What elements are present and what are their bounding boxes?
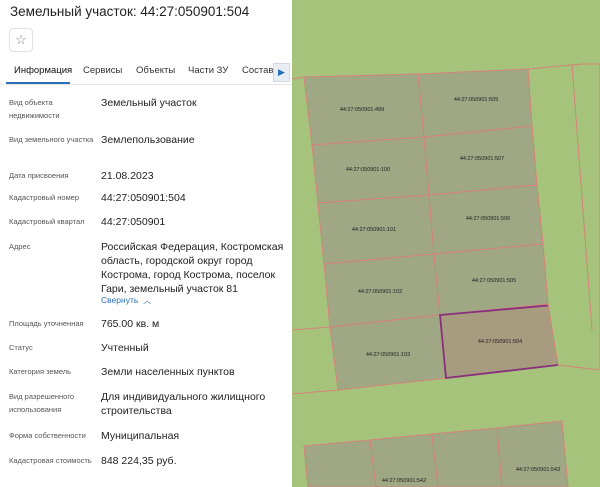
parcel-label: 44:27:050901:499: [340, 107, 384, 113]
field-label: Вид земельного участка: [9, 135, 94, 144]
map-parcel[interactable]: [496, 420, 569, 487]
field-label: Кадастровый номер: [9, 193, 80, 202]
chevron-right-icon: ▶: [278, 67, 285, 77]
map-parcel[interactable]: [303, 439, 377, 487]
parcel-label: 44:27:050901:543: [516, 467, 560, 473]
tabs-scroll-button[interactable]: ▶: [273, 63, 290, 82]
field-value: 21.08.2023: [101, 170, 154, 182]
parcel-label: 44:27:050901:505: [472, 278, 516, 284]
favorite-button[interactable]: ☆: [9, 28, 33, 52]
parcel-label: 44:27:050901:506: [466, 216, 510, 222]
field-value: Земельный участок: [101, 97, 197, 109]
field-value: Учтенный: [101, 342, 149, 354]
collapse-link[interactable]: Свернуть ︿: [101, 295, 151, 306]
field-value: Земли населенных пунктов: [101, 366, 235, 378]
field-label: Вид разрешенного использования: [9, 392, 75, 414]
tab-composition[interactable]: Состав: [242, 65, 273, 76]
field-label: Кадастровая стоимость: [9, 456, 92, 465]
parcel-label: 44:27:050901:507: [460, 156, 504, 162]
tab-objects[interactable]: Объекты: [136, 65, 175, 76]
tab-information[interactable]: Информация: [14, 65, 72, 76]
parcel-label: 44:27:050901:100: [346, 167, 390, 173]
tab-parts[interactable]: Части ЗУ: [188, 65, 228, 76]
field-label: Вид объекта недвижимости: [9, 98, 60, 120]
field-label: Кадастровый квартал: [9, 217, 85, 226]
parcel-label: 44:27:050901:102: [358, 289, 402, 295]
active-tab-indicator: [6, 82, 70, 84]
tab-services[interactable]: Сервисы: [83, 65, 122, 76]
map-parcel[interactable]: [417, 68, 533, 138]
page-title: Земельный участок: 44:27:050901:504: [10, 4, 250, 19]
field-label: Площадь уточненная: [9, 319, 84, 328]
cadastral-map[interactable]: 44:27:050901:499 44:27:050901:509 44:27:…: [292, 0, 600, 487]
parcel-label: 44:27:050901:542: [382, 478, 426, 484]
parcel-label: 44:27:050901:103: [366, 352, 410, 358]
field-label: Адрес: [9, 242, 31, 251]
object-info-panel: Земельный участок: 44:27:050901:504 ☆ Ин…: [0, 0, 292, 487]
field-label: Категория земель: [9, 367, 72, 376]
map-parcel[interactable]: [431, 427, 503, 487]
field-value: 44:27:050901:504: [101, 192, 186, 204]
field-value: Муниципальная: [101, 430, 180, 442]
field-value: Землепользование: [101, 134, 195, 146]
field-label: Форма собственности: [9, 431, 86, 440]
star-icon: ☆: [15, 32, 27, 47]
tab-bar: Информация Сервисы Объекты Части ЗУ Сост…: [0, 62, 292, 85]
field-label: Дата присвоения: [9, 171, 69, 180]
parcel-label: 44:27:050901:509: [454, 97, 498, 103]
field-value: Для индивидуального жилищного строительс…: [101, 391, 266, 417]
chevron-up-icon: ︿: [143, 296, 152, 305]
field-value: 44:27:050901: [101, 216, 166, 228]
field-value: 848 224,35 руб.: [101, 455, 177, 467]
parcel-label: 44:27:050901:101: [352, 227, 396, 233]
field-label: Статус: [9, 343, 33, 352]
selected-parcel-label: 44:27:050901:504: [478, 339, 522, 345]
field-value: Российская Федерация, Костромская област…: [101, 241, 284, 295]
collapse-link-label: Свернуть: [101, 295, 139, 305]
field-value: 765.00 кв. м: [101, 318, 160, 330]
